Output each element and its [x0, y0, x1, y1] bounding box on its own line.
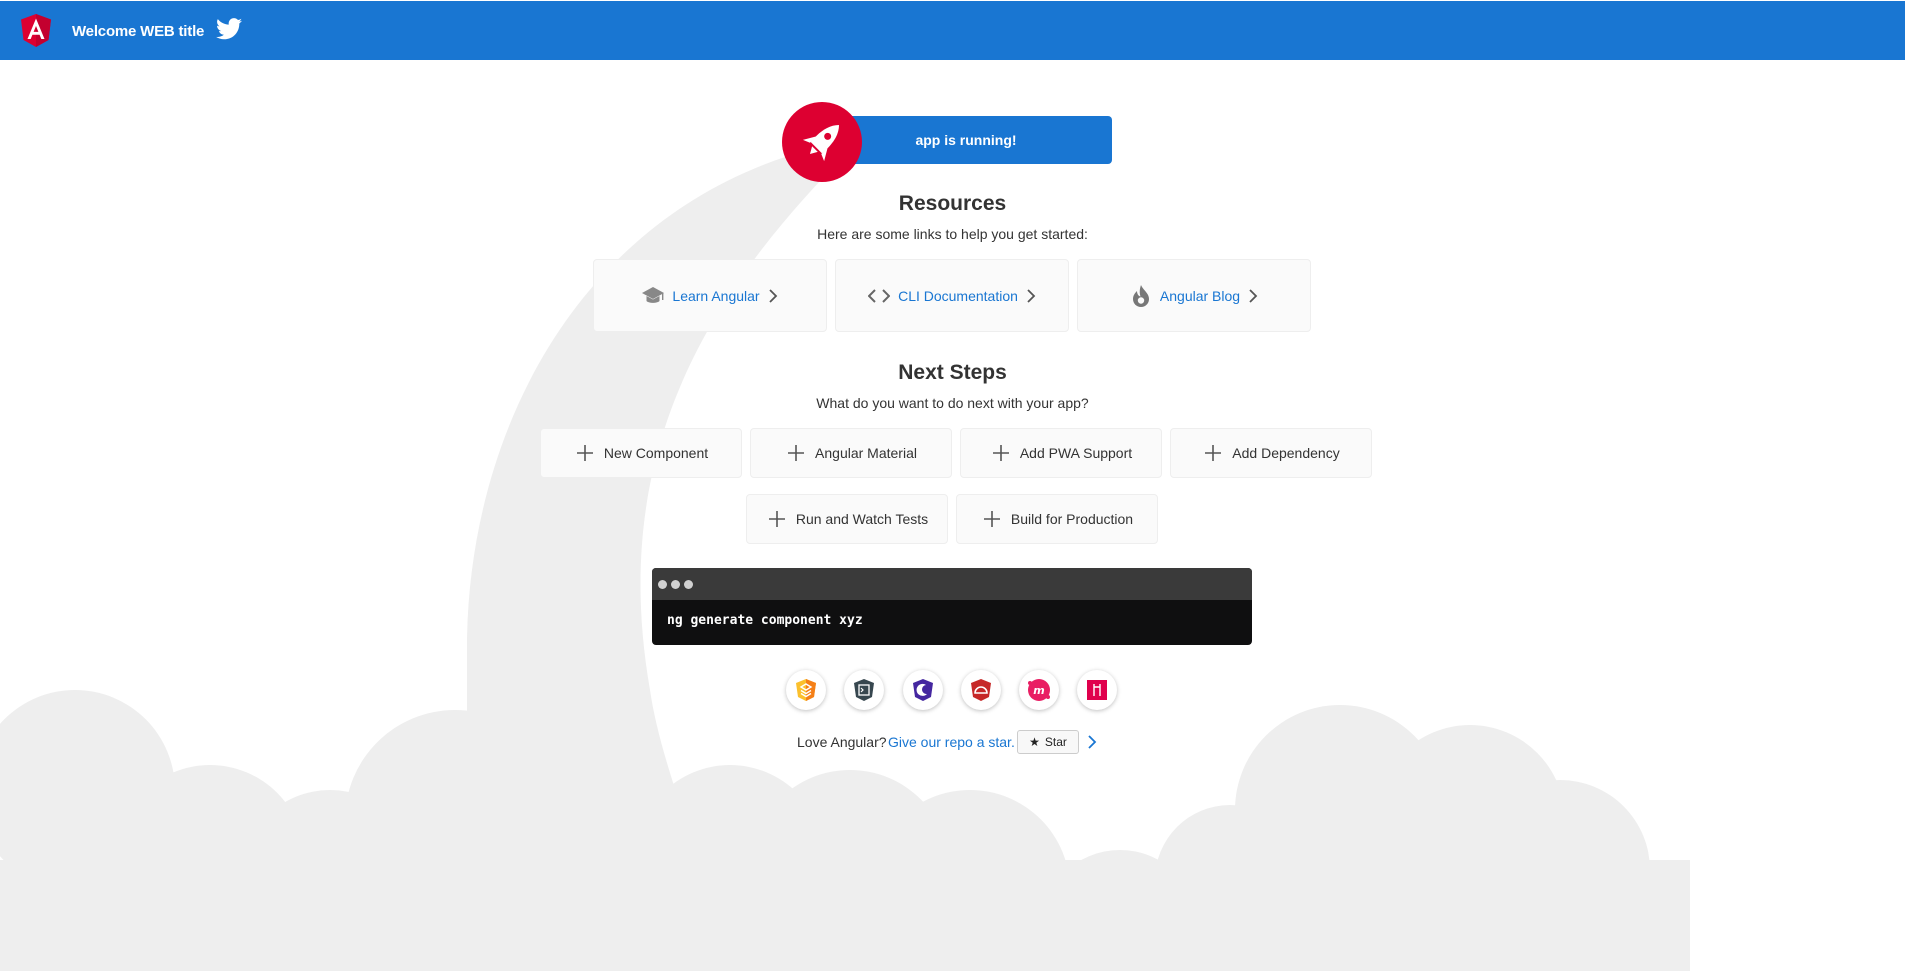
add-pwa-support-label: Add PWA Support	[1019, 445, 1133, 461]
star-button-label: Star	[1044, 735, 1067, 749]
footer: Love Angular? Give our repo a star. ★ St…	[0, 730, 1905, 754]
augury-icon	[913, 679, 933, 701]
terminal-title-bar	[652, 568, 1252, 600]
chevron-right-icon[interactable]	[1087, 735, 1097, 749]
plus-icon	[992, 445, 1009, 461]
code-brackets-icon	[868, 285, 891, 307]
new-component-button[interactable]: New Component	[540, 428, 742, 478]
cli-documentation-card[interactable]: CLI Documentation	[835, 259, 1069, 332]
chevron-right-icon	[768, 288, 777, 303]
run-and-watch-tests-button[interactable]: Run and Watch Tests	[746, 494, 948, 544]
ngrx-link[interactable]	[1077, 670, 1117, 710]
angular-logo-icon	[21, 14, 51, 47]
chevron-right-icon	[1249, 288, 1258, 303]
svg-text:m: m	[1033, 684, 1044, 697]
animations-icon	[796, 679, 816, 701]
flame-icon	[1130, 284, 1152, 307]
learn-angular-label: Learn Angular	[672, 287, 760, 304]
github-star-button[interactable]: ★ Star	[1017, 730, 1079, 754]
nest-icon: m	[1028, 679, 1050, 701]
angular-blog-card[interactable]: Angular Blog	[1077, 259, 1311, 332]
learn-angular-card[interactable]: Learn Angular	[593, 259, 827, 332]
next-steps-heading: Next Steps	[898, 361, 1007, 384]
plus-icon	[1205, 445, 1222, 461]
plus-icon	[768, 511, 785, 527]
animations-link[interactable]	[786, 670, 826, 710]
app-title: Welcome WEB title	[72, 23, 205, 40]
run-and-watch-tests-label: Run and Watch Tests	[795, 511, 929, 527]
terminal-window: ng generate component xyz	[652, 568, 1252, 645]
give-star-link[interactable]: Give our repo a star.	[888, 734, 1015, 750]
angular-blog-label: Angular Blog	[1159, 287, 1241, 304]
plus-icon	[788, 445, 805, 461]
rocket-icon	[782, 102, 862, 182]
plus-icon	[983, 511, 1000, 527]
cli-icon	[854, 679, 874, 701]
main-content: app is running! Resources Here are some …	[0, 0, 1905, 971]
plus-icon	[576, 445, 593, 461]
add-dependency-button[interactable]: Add Dependency	[1170, 428, 1372, 478]
protractor-link[interactable]	[961, 670, 1001, 710]
chevron-right-icon	[1027, 288, 1036, 303]
app-running-banner: app is running!	[820, 116, 1112, 164]
angular-material-button[interactable]: Angular Material	[750, 428, 952, 478]
love-angular-text: Love Angular?	[797, 734, 887, 750]
add-dependency-label: Add Dependency	[1232, 445, 1340, 461]
nest-link[interactable]: m	[1019, 670, 1059, 710]
augury-link[interactable]	[903, 670, 943, 710]
protractor-icon	[971, 679, 991, 701]
twitter-icon[interactable]	[216, 18, 242, 40]
resources-heading: Resources	[898, 192, 1007, 215]
ngrx-icon	[1087, 680, 1107, 700]
star-icon: ★	[1029, 735, 1040, 749]
new-component-label: New Component	[603, 445, 709, 461]
cli-documentation-label: CLI Documentation	[898, 287, 1018, 304]
build-for-production-button[interactable]: Build for Production	[956, 494, 1158, 544]
build-for-production-label: Build for Production	[1010, 511, 1134, 527]
top-toolbar: Welcome WEB title	[0, 1, 1905, 60]
angular-material-label: Angular Material	[815, 445, 917, 461]
terminal-dot	[658, 580, 667, 589]
terminal-dot	[684, 580, 693, 589]
terminal-dot	[671, 580, 680, 589]
resources-subtitle: Here are some links to help you get star…	[817, 226, 1088, 242]
app-running-text: app is running!	[915, 132, 1017, 148]
cli-link[interactable]	[844, 670, 884, 710]
next-steps-subtitle: What do you want to do next with your ap…	[816, 395, 1089, 411]
add-pwa-support-button[interactable]: Add PWA Support	[960, 428, 1162, 478]
graduation-cap-icon	[642, 285, 665, 307]
terminal-command: ng generate component xyz	[667, 613, 863, 628]
